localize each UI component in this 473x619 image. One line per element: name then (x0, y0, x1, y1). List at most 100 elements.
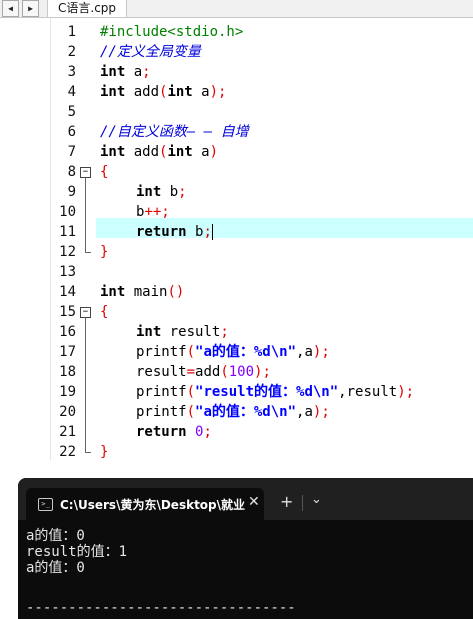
line-number: 1 (67, 24, 76, 40)
terminal-window[interactable]: >_ C:\Users\黄为东\Desktop\就业 ✕ + ⌄ a的值：0 r… (18, 478, 473, 619)
fold-toggle-icon[interactable]: − (80, 307, 91, 318)
line-number: 10 (59, 204, 76, 220)
code-line: printf("result的值：%d\n",result); (136, 382, 414, 402)
line-number: 22 (59, 444, 76, 460)
identifier: a (125, 64, 143, 80)
operator: = (186, 364, 196, 380)
line-number: 7 (67, 144, 76, 160)
identifier: b (161, 184, 179, 200)
terminal-tab-title: C:\Users\黄为东\Desktop\就业 (60, 498, 246, 512)
code-line: //定义全局变量 (100, 42, 201, 62)
operator: ); (397, 384, 415, 400)
chevron-down-icon[interactable]: ⌄ (311, 492, 322, 507)
editor-tab-strip: ◀ ▶ C语言.cpp (0, 0, 473, 18)
fold-guide-line (85, 318, 86, 452)
fold-end-marker (85, 252, 91, 253)
string-literal: "a的值：%d\n" (195, 404, 297, 420)
brace: { (100, 304, 109, 320)
terminal-tab[interactable]: >_ C:\Users\黄为东\Desktop\就业 ✕ (26, 488, 264, 520)
code-line: int add(int a); (100, 82, 226, 102)
tab-scroll-right-button[interactable]: ▶ (22, 0, 39, 17)
operator: ); (209, 84, 227, 100)
code-line: { (100, 302, 108, 322)
operator: ; (142, 64, 151, 80)
code-editor[interactable]: 1 2 3 4 5 6 7 8 9 10 11 12 13 14 15 16 1… (0, 18, 473, 460)
close-icon[interactable]: ✕ (248, 494, 260, 510)
operator: ; (220, 324, 229, 340)
operator: ); (312, 344, 330, 360)
operator: ( (220, 364, 229, 380)
line-number: 20 (59, 404, 76, 420)
operator: ++; (144, 204, 170, 220)
number-literal: 100 (228, 364, 255, 380)
fold-toggle-icon[interactable]: − (80, 167, 91, 178)
operator: ); (254, 364, 271, 380)
code-line: int result; (136, 322, 229, 342)
function-name: printf (136, 384, 187, 400)
brace: } (100, 444, 109, 460)
line-number: 17 (59, 344, 76, 360)
tab-scroll-left-button[interactable]: ◀ (2, 0, 19, 17)
function-name: printf (136, 344, 187, 360)
preprocessor-directive: #include<stdio.h> (100, 24, 244, 40)
line-number: 4 (67, 84, 76, 100)
keyword: int (167, 84, 193, 100)
code-comment: //定义全局变量 (100, 44, 201, 60)
code-line: } (100, 242, 108, 262)
identifier: a (192, 84, 210, 100)
operator: ( (186, 384, 196, 400)
line-number: 8 (67, 164, 76, 180)
identifier: a (192, 144, 210, 160)
line-number: 12 (59, 244, 76, 260)
operator: () (167, 284, 185, 300)
operator: ( (186, 404, 196, 420)
code-line: return b; (136, 222, 213, 242)
operator: ( (186, 344, 196, 360)
code-line: int main() (100, 282, 184, 302)
string-literal: "result的值：%d\n" (195, 384, 339, 400)
line-number: 3 (67, 64, 76, 80)
keyword: int (100, 284, 126, 300)
identifier: ,result (338, 384, 398, 400)
code-comment: //自定义函数— — 自增 (100, 124, 249, 140)
file-tab[interactable]: C语言.cpp (47, 0, 128, 17)
identifier: b (186, 224, 204, 240)
line-number: 2 (67, 44, 76, 60)
operator: ; (178, 184, 187, 200)
code-line: } (100, 442, 108, 462)
code-line: int b; (136, 182, 187, 202)
line-number: 6 (67, 124, 76, 140)
code-line: { (100, 162, 108, 182)
brace: { (100, 164, 109, 180)
fold-guide-line (85, 178, 86, 252)
identifier: ,a (296, 344, 313, 360)
code-line: //自定义函数— — 自增 (100, 122, 249, 142)
line-number: 9 (67, 184, 76, 200)
brace: } (100, 244, 109, 260)
identifier: add (125, 144, 160, 160)
fold-end-marker (85, 452, 91, 453)
keyword: int (100, 144, 126, 160)
terminal-tab-bar: >_ C:\Users\黄为东\Desktop\就业 ✕ + ⌄ (18, 478, 473, 520)
line-number: 21 (59, 424, 76, 440)
tab-divider (302, 495, 303, 511)
terminal-output: a的值：0 result的值：1 a的值：0 (26, 528, 128, 576)
identifier: main (125, 284, 168, 300)
operator: ) (209, 144, 219, 160)
keyword: int (136, 324, 162, 340)
line-number: 15 (59, 304, 76, 320)
code-line: int a; (100, 62, 151, 82)
keyword: int (100, 64, 126, 80)
function-name: printf (136, 404, 187, 420)
keyword: return (136, 224, 187, 240)
new-tab-button[interactable]: + (280, 492, 293, 511)
code-line: result=add(100); (136, 362, 271, 382)
line-number: 18 (59, 364, 76, 380)
code-line: printf("a的值：%d\n",a); (136, 342, 330, 362)
code-line: b++; (136, 202, 170, 222)
line-number: 13 (59, 264, 76, 280)
identifier: add (125, 84, 160, 100)
identifier: result (136, 364, 187, 380)
string-literal: "a的值：%d\n" (195, 344, 297, 360)
keyword: int (100, 84, 126, 100)
